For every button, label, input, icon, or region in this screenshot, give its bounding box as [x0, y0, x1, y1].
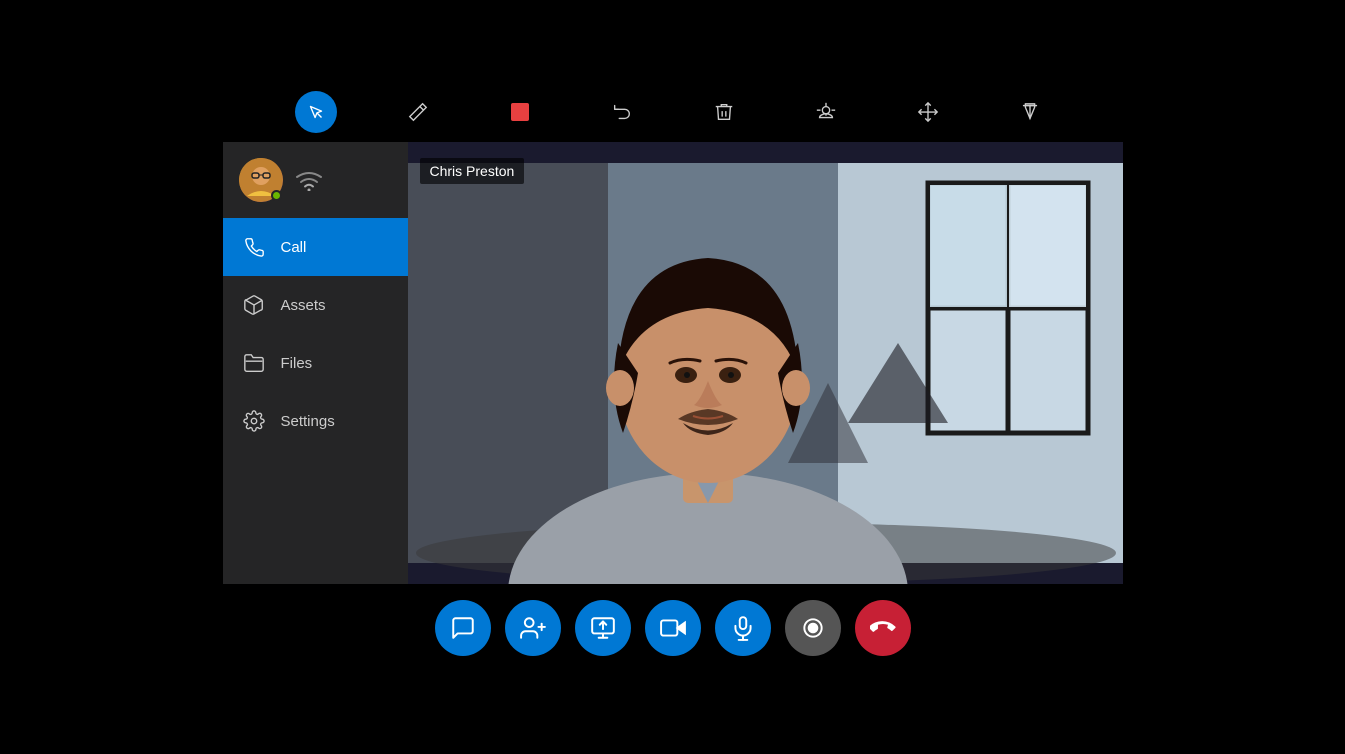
- end-call-button[interactable]: [855, 600, 911, 656]
- caller-name-overlay: Chris Preston: [420, 158, 525, 184]
- sidebar-item-files-label: Files: [281, 355, 313, 372]
- sidebar-item-call[interactable]: Call: [223, 218, 408, 276]
- pen-button[interactable]: [397, 91, 439, 133]
- undo-button[interactable]: [601, 91, 643, 133]
- delete-button[interactable]: [703, 91, 745, 133]
- sidebar-item-call-label: Call: [281, 239, 307, 256]
- sidebar-item-assets[interactable]: Assets: [223, 276, 408, 334]
- sidebar-item-files[interactable]: Files: [223, 334, 408, 392]
- call-controls: [223, 584, 1123, 672]
- wifi-icon: [295, 169, 323, 191]
- shape-button[interactable]: [499, 91, 541, 133]
- sidebar-item-settings[interactable]: Settings: [223, 392, 408, 450]
- screen-share-button[interactable]: [575, 600, 631, 656]
- video-area: Chris Preston: [408, 142, 1123, 584]
- record-button[interactable]: [785, 600, 841, 656]
- sidebar-item-settings-label: Settings: [281, 413, 335, 430]
- toolbar: [223, 82, 1123, 142]
- add-participant-button[interactable]: [505, 600, 561, 656]
- video-feed: Chris Preston: [408, 142, 1123, 584]
- user-avatar-container: [239, 158, 283, 202]
- video-toggle-button[interactable]: [645, 600, 701, 656]
- pin-button[interactable]: [1009, 91, 1051, 133]
- target-button[interactable]: [805, 91, 847, 133]
- app-container: Call Assets Files: [223, 82, 1123, 672]
- chat-button[interactable]: [435, 600, 491, 656]
- online-status-indicator: [271, 190, 282, 201]
- caller-name: Chris Preston: [430, 163, 515, 179]
- cursor-button[interactable]: [295, 91, 337, 133]
- move-button[interactable]: [907, 91, 949, 133]
- sidebar-item-assets-label: Assets: [281, 297, 326, 314]
- sidebar-header: [223, 142, 408, 218]
- microphone-button[interactable]: [715, 600, 771, 656]
- sidebar: Call Assets Files: [223, 142, 408, 584]
- main-area: Call Assets Files: [223, 142, 1123, 584]
